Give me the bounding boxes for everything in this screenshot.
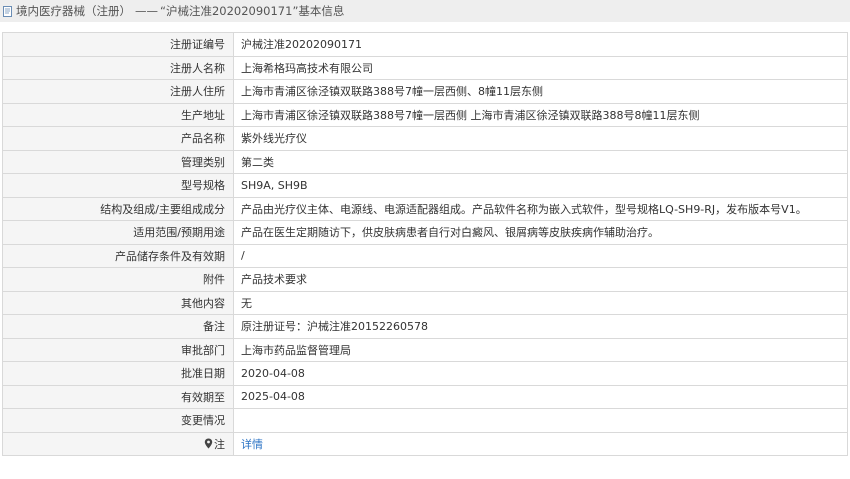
field-value: 上海市青浦区徐泾镇双联路388号7幢一层西侧 上海市青浦区徐泾镇双联路388号8… — [233, 102, 848, 127]
table-row: 变更情况 — [2, 408, 848, 433]
field-value: 产品由光疗仪主体、电源线、电源适配器组成。产品软件名称为嵌入式软件，型号规格LQ… — [233, 196, 848, 221]
field-value: 紫外线光疗仪 — [233, 126, 848, 151]
field-label: 审批部门 — [2, 337, 234, 362]
field-value: 原注册证号：沪械注准20152260578 — [233, 314, 848, 339]
note-label-cell: 注 — [2, 431, 234, 456]
field-label: 管理类别 — [2, 149, 234, 174]
note-row: 注 详情 — [2, 431, 848, 456]
field-value: 产品技术要求 — [233, 267, 848, 292]
field-label: 注册人住所 — [2, 79, 234, 104]
table-row: 注册人名称 上海希格玛高技术有限公司 — [2, 55, 848, 80]
field-label: 产品名称 — [2, 126, 234, 151]
page-header: 境内医疗器械（注册） —— “沪械注准20202090171”基本信息 — [0, 0, 850, 22]
table-row: 生产地址 上海市青浦区徐泾镇双联路388号7幢一层西侧 上海市青浦区徐泾镇双联路3… — [2, 102, 848, 127]
field-value: 沪械注准20202090171 — [233, 32, 848, 57]
table-row: 备注 原注册证号：沪械注准20152260578 — [2, 314, 848, 339]
note-label: 注 — [214, 437, 225, 451]
table-row: 型号规格 SH9A, SH9B — [2, 173, 848, 198]
document-icon — [2, 5, 13, 17]
table-row: 有效期至 2025-04-08 — [2, 384, 848, 409]
table-row: 结构及组成/主要组成成分 产品由光疗仪主体、电源线、电源适配器组成。产品软件名称为… — [2, 196, 848, 221]
field-value: 无 — [233, 290, 848, 315]
field-label: 产品储存条件及有效期 — [2, 243, 234, 268]
field-value: / — [233, 243, 848, 268]
details-link[interactable]: 详情 — [241, 438, 263, 451]
table-row: 批准日期 2020-04-08 — [2, 361, 848, 386]
table-row: 注册证编号 沪械注准20202090171 — [2, 32, 848, 57]
table-row: 附件 产品技术要求 — [2, 267, 848, 292]
note-value-cell: 详情 — [233, 431, 848, 456]
table-row: 注册人住所 上海市青浦区徐泾镇双联路388号7幢一层西侧、8幢11层东侧 — [2, 79, 848, 104]
field-label: 型号规格 — [2, 173, 234, 198]
field-label: 批准日期 — [2, 361, 234, 386]
info-table: 注册证编号 沪械注准20202090171 注册人名称 上海希格玛高技术有限公司 注册人… — [2, 32, 848, 456]
category-title: 境内医疗器械（注册） — [16, 4, 131, 18]
field-label: 变更情况 — [2, 408, 234, 433]
field-value: 2020-04-08 — [233, 361, 848, 386]
field-value: 2025-04-08 — [233, 384, 848, 409]
field-label: 备注 — [2, 314, 234, 339]
table-row: 审批部门 上海市药品监督管理局 — [2, 337, 848, 362]
table-row: 其他内容无 — [2, 290, 848, 315]
record-title: “沪械注准20202090171”基本信息 — [160, 4, 345, 18]
field-label: 附件 — [2, 267, 234, 292]
table-row: 管理类别 第二类 — [2, 149, 848, 174]
field-label: 生产地址 — [2, 102, 234, 127]
field-label: 注册证编号 — [2, 32, 234, 57]
field-label: 结构及组成/主要组成成分 — [2, 196, 234, 221]
table-row: 适用范围/预期用途 产品在医生定期随访下，供皮肤病患者自行对白癜风、银屑病等皮肤疾… — [2, 220, 848, 245]
table-row: 产品储存条件及有效期 / — [2, 243, 848, 268]
field-value: 产品在医生定期随访下，供皮肤病患者自行对白癜风、银屑病等皮肤疾病作辅助治疗。 — [233, 220, 848, 245]
title-separator: —— — [135, 4, 158, 18]
field-label: 适用范围/预期用途 — [2, 220, 234, 245]
field-value: 上海希格玛高技术有限公司 — [233, 55, 848, 80]
location-pin-icon — [204, 438, 213, 449]
field-label: 注册人名称 — [2, 55, 234, 80]
field-label: 其他内容 — [2, 290, 234, 315]
field-value: 第二类 — [233, 149, 848, 174]
field-label: 有效期至 — [2, 384, 234, 409]
field-value: 上海市青浦区徐泾镇双联路388号7幢一层西侧、8幢11层东侧 — [233, 79, 848, 104]
field-value — [233, 408, 848, 433]
field-value: SH9A, SH9B — [233, 173, 848, 198]
field-value: 上海市药品监督管理局 — [233, 337, 848, 362]
table-row: 产品名称 紫外线光疗仪 — [2, 126, 848, 151]
